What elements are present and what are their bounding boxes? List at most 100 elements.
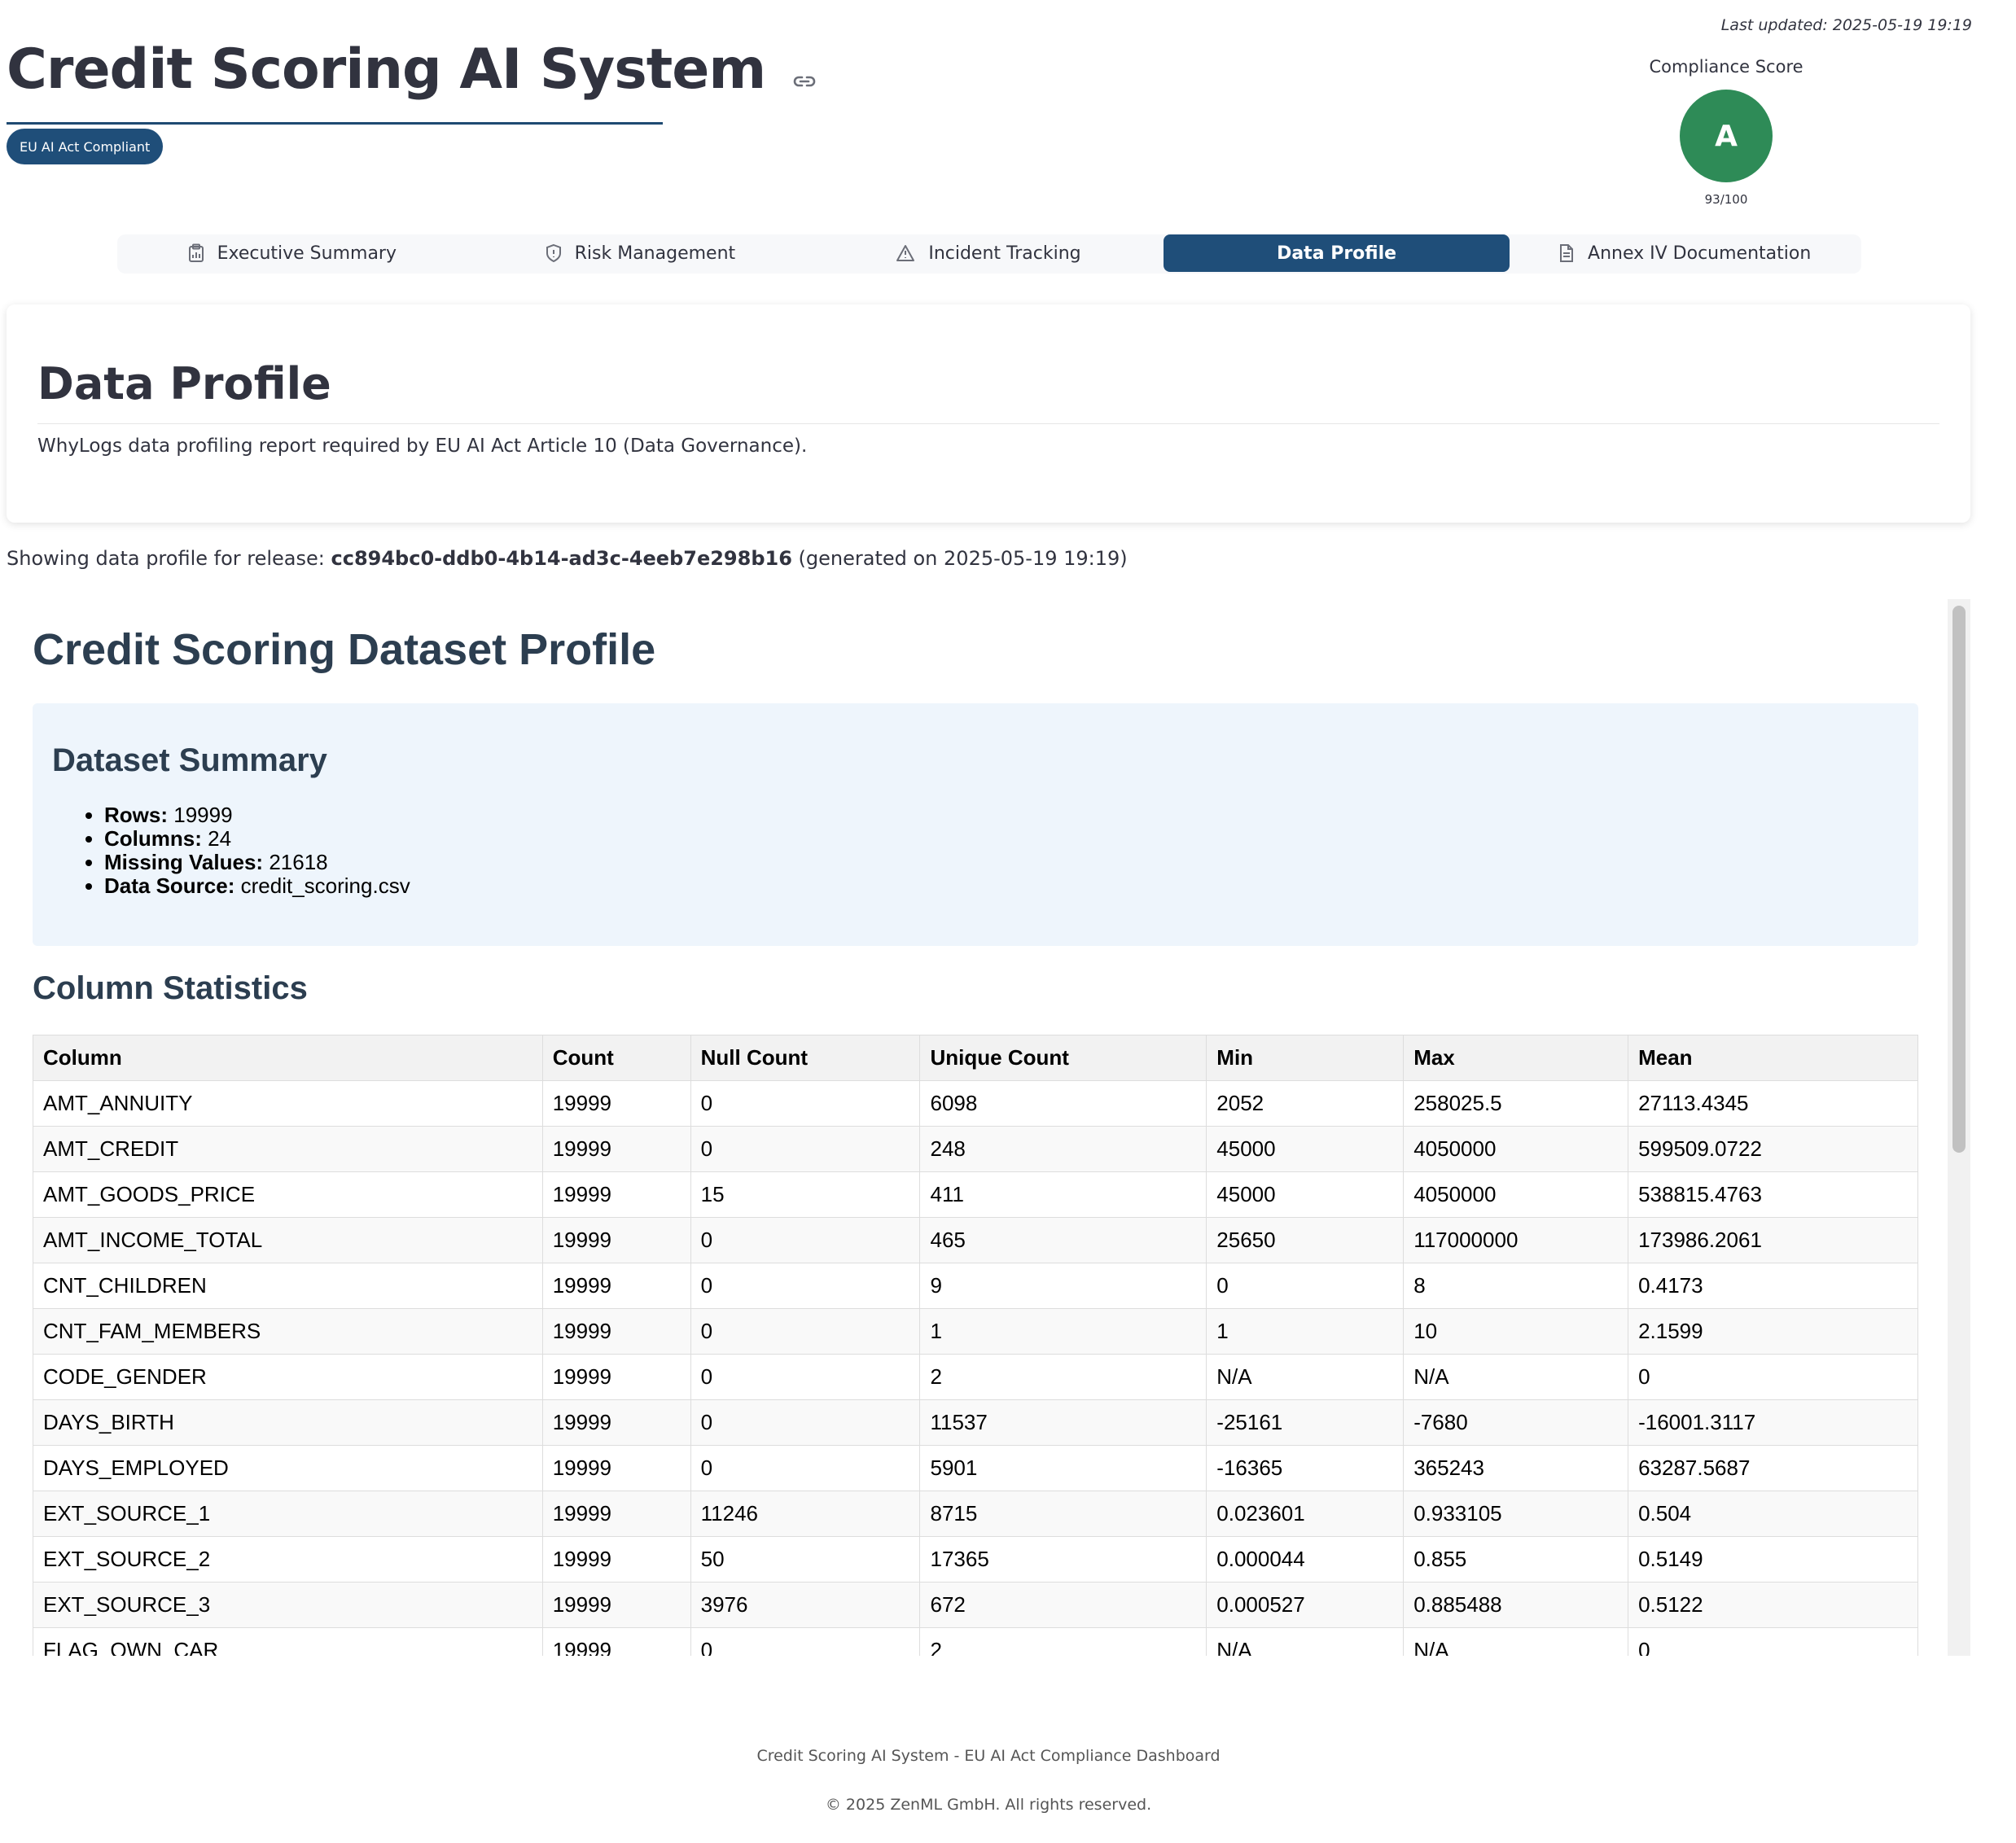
table-row: AMT_GOODS_PRICE 19999 15 411 45000 4050000 538… bbox=[33, 1171, 1918, 1218]
table-cell: 0 bbox=[690, 1217, 921, 1263]
table-cell: 0.000527 bbox=[1206, 1582, 1405, 1628]
document-icon bbox=[1558, 243, 1575, 263]
tab-label: Risk Management bbox=[574, 243, 736, 264]
table-cell: 19999 bbox=[541, 1582, 691, 1628]
page-header-card: Data Profile WhyLogs data profiling repo… bbox=[7, 304, 1970, 523]
table-cell: 4050000 bbox=[1403, 1126, 1629, 1172]
table-cell: 19999 bbox=[541, 1126, 691, 1172]
table-cell: 8 bbox=[1403, 1263, 1629, 1309]
table-row: EXT_SOURCE_2 19999 50 17365 0.000044 0.855 0.5… bbox=[33, 1536, 1918, 1583]
table-cell: 465 bbox=[919, 1217, 1207, 1263]
table-cell: -16365 bbox=[1206, 1445, 1405, 1491]
table-cell: 19999 bbox=[541, 1536, 691, 1583]
table-cell: 0.933105 bbox=[1403, 1491, 1629, 1537]
table-cell: AMT_ANNUITY bbox=[33, 1080, 543, 1127]
tab-data-profile[interactable]: Data Profile bbox=[1163, 234, 1510, 272]
table-row: AMT_CREDIT 19999 0 248 45000 4050000 599509.07… bbox=[33, 1126, 1918, 1172]
table-cell: 19999 bbox=[541, 1354, 691, 1400]
tab-incident-tracking[interactable]: Incident Tracking bbox=[815, 234, 1162, 272]
table-cell: FLAG_OWN_CAR bbox=[33, 1627, 543, 1656]
table-cell: 411 bbox=[919, 1171, 1207, 1218]
page-description: WhyLogs data profiling report required b… bbox=[37, 436, 808, 457]
page-title: Data Profile bbox=[37, 358, 331, 409]
table-cell: N/A bbox=[1206, 1627, 1405, 1656]
table-cell: 19999 bbox=[541, 1491, 691, 1537]
table-cell: 0.504 bbox=[1628, 1491, 1918, 1537]
table-cell: 117000000 bbox=[1403, 1217, 1629, 1263]
column-header: Column bbox=[33, 1035, 543, 1081]
summary-value: 21618 bbox=[269, 850, 328, 874]
table-row: EXT_SOURCE_3 19999 3976 672 0.000527 0.885488… bbox=[33, 1582, 1918, 1628]
last-updated: Last updated: 2025-05-19 19:19 bbox=[1720, 16, 1972, 34]
table-cell: 2052 bbox=[1206, 1080, 1405, 1127]
footer-line-2: © 2025 ZenML GmbH. All rights reserved. bbox=[825, 1796, 1152, 1814]
table-cell: AMT_CREDIT bbox=[33, 1126, 543, 1172]
table-cell: 19999 bbox=[541, 1217, 691, 1263]
table-cell: 19999 bbox=[541, 1308, 691, 1355]
table-cell: 0.023601 bbox=[1206, 1491, 1405, 1537]
table-cell: 6098 bbox=[919, 1080, 1207, 1127]
shield-icon bbox=[546, 243, 562, 263]
summary-title: Dataset Summary bbox=[52, 742, 327, 778]
dataset-summary: Dataset Summary Rows: 19999 Columns: 24 … bbox=[33, 703, 1918, 946]
table-cell: N/A bbox=[1206, 1354, 1405, 1400]
tab-executive-summary[interactable]: Executive Summary bbox=[119, 234, 466, 272]
column-statistics-table: Column Count Null Count Unique Count Min Max M… bbox=[33, 1035, 1918, 1656]
profile-report-frame[interactable]: Credit Scoring Dataset Profile Dataset S… bbox=[0, 599, 1970, 1656]
table-row: EXT_SOURCE_1 19999 11246 8715 0.023601 0.9331… bbox=[33, 1491, 1918, 1537]
table-cell: 5901 bbox=[919, 1445, 1207, 1491]
footer-line-1: Credit Scoring AI System - EU AI Act Com… bbox=[756, 1747, 1221, 1765]
release-suffix: (generated on 2025-05-19 19:19) bbox=[798, 547, 1128, 570]
table-cell: 0.885488 bbox=[1403, 1582, 1629, 1628]
table-cell: 0 bbox=[690, 1080, 921, 1127]
table-cell: 0 bbox=[690, 1627, 921, 1656]
table-cell: 19999 bbox=[541, 1445, 691, 1491]
table-cell: 45000 bbox=[1206, 1171, 1405, 1218]
tab-annex-iv-documentation[interactable]: Annex IV Documentation bbox=[1511, 234, 1858, 272]
table-cell: 2 bbox=[919, 1627, 1207, 1656]
table-cell: 27113.4345 bbox=[1628, 1080, 1918, 1127]
summary-item-rows: Rows: 19999 bbox=[104, 803, 1899, 827]
compliance-badge: EU AI Act Compliant bbox=[7, 129, 164, 164]
tab-label: Executive Summary bbox=[217, 243, 397, 264]
table-cell: DAYS_EMPLOYED bbox=[33, 1445, 543, 1491]
table-cell: 0.855 bbox=[1403, 1536, 1629, 1583]
table-cell: -7680 bbox=[1403, 1399, 1629, 1446]
table-cell: 0 bbox=[690, 1445, 921, 1491]
table-cell: 15 bbox=[690, 1171, 921, 1218]
app-title: Credit Scoring AI System bbox=[7, 37, 766, 102]
table-cell: 2 bbox=[919, 1354, 1207, 1400]
tab-risk-management[interactable]: Risk Management bbox=[467, 234, 814, 272]
table-cell: 538815.4763 bbox=[1628, 1171, 1918, 1218]
table-cell: CNT_FAM_MEMBERS bbox=[33, 1308, 543, 1355]
table-cell: 11246 bbox=[690, 1491, 921, 1537]
link-icon[interactable] bbox=[792, 35, 817, 110]
warning-icon bbox=[896, 244, 915, 262]
column-header: Null Count bbox=[690, 1035, 921, 1081]
table-cell: -25161 bbox=[1206, 1399, 1405, 1446]
summary-value: 24 bbox=[208, 826, 232, 851]
table-cell: 258025.5 bbox=[1403, 1080, 1629, 1127]
table-cell: 0 bbox=[1628, 1627, 1918, 1656]
title-underline bbox=[7, 122, 663, 125]
table-cell: 19999 bbox=[541, 1399, 691, 1446]
scrollbar-thumb[interactable] bbox=[1952, 606, 1966, 1153]
tab-bar: Executive Summary Risk Management Incide… bbox=[117, 234, 1861, 274]
table-cell: 0.000044 bbox=[1206, 1536, 1405, 1583]
column-header: Mean bbox=[1628, 1035, 1918, 1081]
table-cell: 0 bbox=[690, 1263, 921, 1309]
table-cell: EXT_SOURCE_1 bbox=[33, 1491, 543, 1537]
table-cell: 63287.5687 bbox=[1628, 1445, 1918, 1491]
table-cell: 45000 bbox=[1206, 1126, 1405, 1172]
report-title: Credit Scoring Dataset Profile bbox=[33, 625, 656, 674]
table-cell: AMT_INCOME_TOTAL bbox=[33, 1217, 543, 1263]
compliance-score-label: Compliance Score bbox=[1649, 57, 1803, 77]
table-body: AMT_ANNUITY 19999 0 6098 2052 258025.5 27113.4… bbox=[33, 1080, 1918, 1656]
summary-label: Data Source: bbox=[104, 873, 235, 898]
scrollbar[interactable] bbox=[1948, 599, 1970, 1656]
summary-label: Columns: bbox=[104, 826, 202, 851]
column-header: Min bbox=[1206, 1035, 1405, 1081]
table-cell: 25650 bbox=[1206, 1217, 1405, 1263]
table-cell: EXT_SOURCE_2 bbox=[33, 1536, 543, 1583]
table-row: CNT_FAM_MEMBERS 19999 0 1 1 10 2.1599 bbox=[33, 1308, 1918, 1355]
